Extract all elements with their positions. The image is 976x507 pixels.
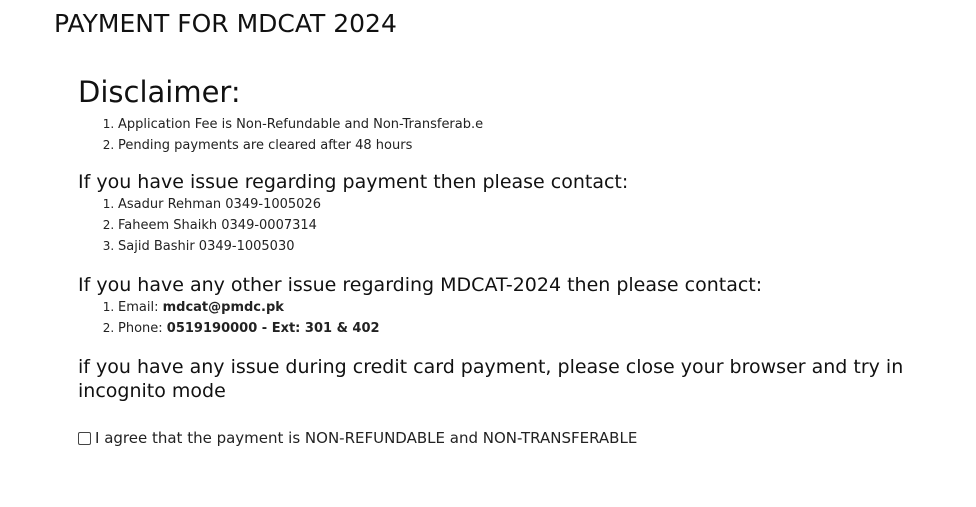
payment-contact-item: Asadur Rehman 0349-1005026 [118,194,938,215]
phone-label: Phone: [118,321,167,336]
other-contact-list: Email: mdcat@pmdc.pk Phone: 0519190000 -… [78,297,938,339]
disclaimer-item: Pending payments are cleared after 48 ho… [118,135,938,156]
email-value: mdcat@pmdc.pk [162,300,284,315]
phone-value: 0519190000 - Ext: 301 & 402 [166,321,380,336]
disclaimer-item: Application Fee is Non-Refundable and No… [118,114,938,135]
payment-contact-item: Sajid Bashir 0349-1005030 [118,236,938,257]
phone-contact-item: Phone: 0519190000 - Ext: 301 & 402 [118,318,938,339]
page-title: PAYMENT FOR MDCAT 2024 [54,9,397,38]
email-contact-item: Email: mdcat@pmdc.pk [118,297,938,318]
disclaimer-heading: Disclaimer: [78,75,241,109]
email-label: Email: [118,300,163,315]
agreement-row[interactable]: I agree that the payment is NON-REFUNDAB… [78,429,938,447]
credit-card-note: if you have any issue during credit card… [78,356,904,402]
agreement-label[interactable]: I agree that the payment is NON-REFUNDAB… [95,429,637,447]
agreement-checkbox[interactable] [78,431,91,445]
disclaimer-list: Application Fee is Non-Refundable and No… [78,114,938,156]
payment-contact-heading: If you have issue regarding payment then… [78,171,629,193]
payment-contact-list: Asadur Rehman 0349-1005026 Faheem Shaikh… [78,194,938,257]
other-contact-heading: If you have any other issue regarding MD… [78,274,763,296]
disclaimer-panel: Disclaimer: Application Fee is Non-Refun… [78,72,938,447]
payment-contact-item: Faheem Shaikh 0349-0007314 [118,215,938,236]
